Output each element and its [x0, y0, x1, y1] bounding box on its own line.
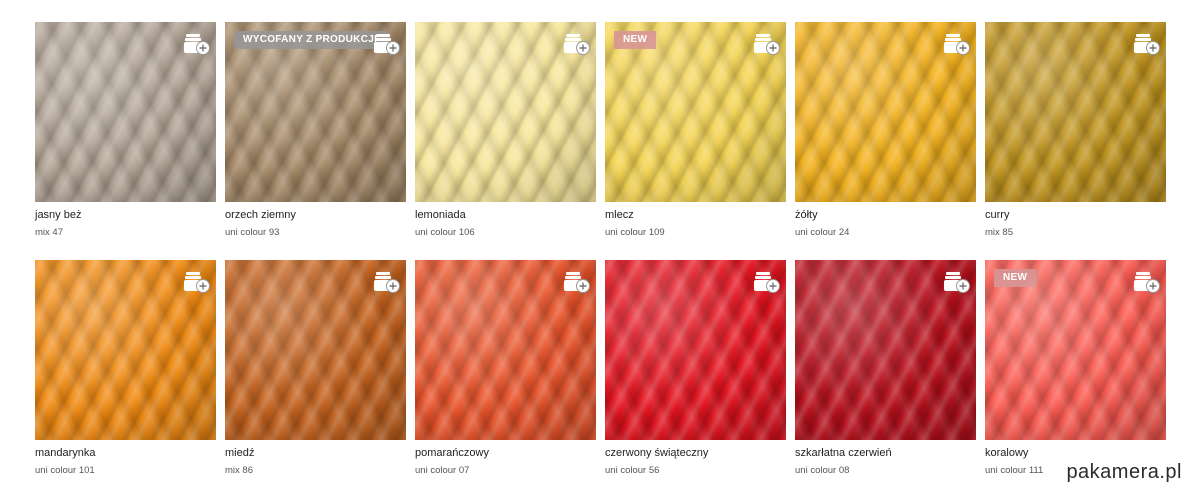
color-name: pomarańczowy [415, 447, 489, 459]
color-code: uni colour 07 [415, 465, 470, 476]
color-code: uni colour 93 [225, 227, 280, 238]
color-card[interactable]: miedź mix 86 [225, 260, 406, 498]
color-card[interactable]: curry mix 85 [985, 22, 1166, 260]
yarn-swatch-image[interactable]: NEW [985, 260, 1166, 440]
color-code: uni colour 24 [795, 227, 850, 238]
color-name: czerwony świąteczny [605, 447, 709, 459]
color-card[interactable]: lemoniada uni colour 106 [415, 22, 596, 260]
add-to-cart-icon[interactable] [1134, 32, 1160, 56]
color-name: lemoniada [415, 209, 466, 221]
add-to-cart-icon[interactable] [1134, 270, 1160, 294]
yarn-swatch-image[interactable] [225, 260, 406, 440]
color-code: uni colour 56 [605, 465, 660, 476]
color-card[interactable]: szkarłatna czerwień uni colour 08 [795, 260, 976, 498]
yarn-swatch-image[interactable] [35, 260, 216, 440]
yarn-swatch-image[interactable]: WYCOFANY Z PRODUKCJI [225, 22, 406, 202]
color-code: uni colour 109 [605, 227, 665, 238]
status-badge: NEW [994, 269, 1037, 287]
yarn-swatch-image[interactable] [985, 22, 1166, 202]
color-code: uni colour 08 [795, 465, 850, 476]
status-badge: NEW [614, 31, 657, 49]
watermark-logo: pakamera.pl [1062, 460, 1186, 484]
color-code: mix 47 [35, 227, 63, 238]
color-name: curry [985, 209, 1010, 221]
color-name: mandarynka [35, 447, 96, 459]
yarn-swatch-image[interactable] [415, 260, 596, 440]
color-card[interactable]: WYCOFANY Z PRODUKCJI orzech ziemny uni c… [225, 22, 406, 260]
color-name: miedź [225, 447, 255, 459]
add-to-cart-icon[interactable] [754, 270, 780, 294]
color-name: mlecz [605, 209, 634, 221]
color-name: orzech ziemny [225, 209, 296, 221]
color-card[interactable]: NEW mlecz uni colour 109 [605, 22, 786, 260]
add-to-cart-icon[interactable] [564, 270, 590, 294]
yarn-swatch-image[interactable] [795, 260, 976, 440]
yarn-swatch-image[interactable] [795, 22, 976, 202]
yarn-swatch-image[interactable] [605, 260, 786, 440]
status-badge: WYCOFANY Z PRODUKCJI [234, 31, 387, 49]
color-card[interactable]: żółty uni colour 24 [795, 22, 976, 260]
add-to-cart-icon[interactable] [184, 32, 210, 56]
color-code: mix 86 [225, 465, 253, 476]
color-code: uni colour 111 [985, 465, 1044, 476]
color-code: mix 85 [985, 227, 1013, 238]
color-grid: jasny beż mix 47 WYCOFANY Z PRODUKCJI or… [35, 22, 1166, 498]
add-to-cart-icon[interactable] [374, 270, 400, 294]
yarn-swatch-image[interactable] [35, 22, 216, 202]
color-name: koralowy [985, 447, 1029, 459]
color-card[interactable]: mandarynka uni colour 101 [35, 260, 216, 498]
add-to-cart-icon[interactable] [944, 32, 970, 56]
add-to-cart-icon[interactable] [564, 32, 590, 56]
color-name: jasny beż [35, 209, 82, 221]
color-code: uni colour 101 [35, 465, 95, 476]
yarn-swatch-image[interactable] [415, 22, 596, 202]
color-card[interactable]: czerwony świąteczny uni colour 56 [605, 260, 786, 498]
color-name: żółty [795, 209, 818, 221]
color-name: szkarłatna czerwień [795, 447, 892, 459]
color-card[interactable]: jasny beż mix 47 [35, 22, 216, 260]
add-to-cart-icon[interactable] [754, 32, 780, 56]
color-card[interactable]: pomarańczowy uni colour 07 [415, 260, 596, 498]
add-to-cart-icon[interactable] [374, 32, 400, 56]
yarn-swatch-image[interactable]: NEW [605, 22, 786, 202]
color-code: uni colour 106 [415, 227, 475, 238]
add-to-cart-icon[interactable] [944, 270, 970, 294]
add-to-cart-icon[interactable] [184, 270, 210, 294]
